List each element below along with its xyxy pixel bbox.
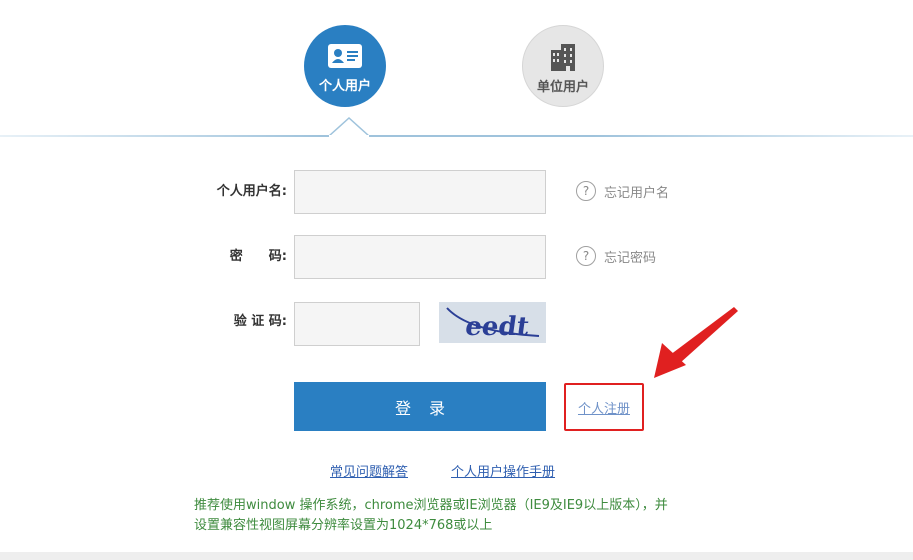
personal-register-link[interactable]: 个人注册 xyxy=(578,398,630,417)
captcha-input[interactable] xyxy=(294,302,420,346)
faq-link[interactable]: 常见问题解答 xyxy=(330,461,408,480)
tab-divider xyxy=(0,135,913,137)
login-button[interactable]: 登录 xyxy=(294,382,546,431)
captcha-label: 验 证 码: xyxy=(233,314,287,329)
user-manual-link[interactable]: 个人用户操作手册 xyxy=(451,461,555,480)
register-highlight-box: 个人注册 xyxy=(564,383,644,431)
note-line-1: 推荐使用window 操作系统，chrome浏览器或IE浏览器（IE9及IE9以… xyxy=(194,498,668,513)
note-line-2: 设置兼容性视图屏幕分辨率设置为1024*768或以上 xyxy=(194,518,493,533)
browser-recommendation-note: 推荐使用window 操作系统，chrome浏览器或IE浏览器（IE9及IE9以… xyxy=(194,496,734,536)
question-circle-icon: ? xyxy=(576,181,596,201)
question-circle-icon: ? xyxy=(576,246,596,266)
forgot-password-link[interactable]: ? 忘记密码 xyxy=(576,246,656,266)
building-icon xyxy=(543,42,583,72)
password-label: 密 码: xyxy=(229,249,287,264)
forgot-password-text: 忘记密码 xyxy=(604,250,657,266)
id-card-icon xyxy=(325,41,365,71)
footer-band xyxy=(0,552,913,560)
username-input[interactable] xyxy=(294,170,546,214)
forgot-username-link[interactable]: ? 忘记用户名 xyxy=(576,181,669,201)
password-input[interactable] xyxy=(294,235,546,279)
tab-personal-user[interactable]: 个人用户 xyxy=(304,25,386,107)
forgot-username-text: 忘记用户名 xyxy=(604,185,670,201)
active-tab-pointer xyxy=(329,116,369,138)
annotation-arrow xyxy=(654,307,738,378)
captcha-text: eedt xyxy=(463,311,531,342)
captcha-image[interactable]: eedt xyxy=(439,302,546,343)
tab-personal-label: 个人用户 xyxy=(318,79,371,94)
tab-company-label: 单位用户 xyxy=(536,80,589,95)
tab-company-user[interactable]: 单位用户 xyxy=(522,25,604,107)
username-label: 个人用户名: xyxy=(216,184,287,199)
